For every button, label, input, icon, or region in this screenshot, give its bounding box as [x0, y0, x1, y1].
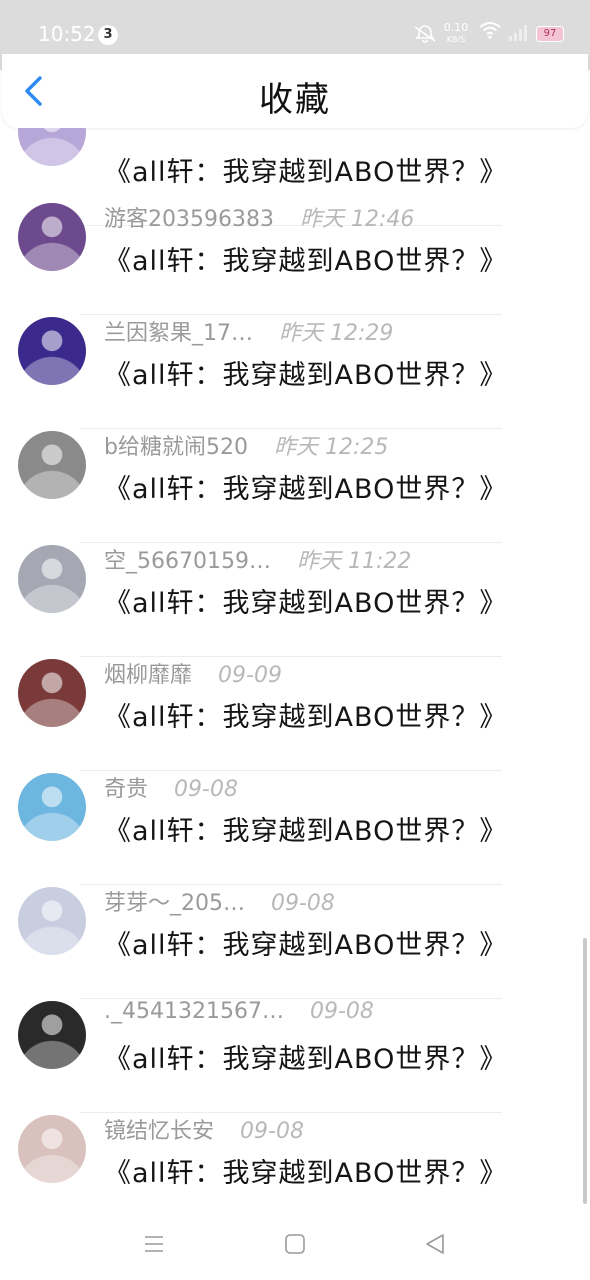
username[interactable]: 游客203596383 [104, 201, 274, 233]
book-title[interactable]: 《all轩：我穿越到ABO世界？》 [104, 467, 507, 506]
list-item[interactable]: 兰因絮果_17… 昨天 12:29 《all轩：我穿越到ABO世界？》 [0, 315, 590, 429]
page-title: 收藏 [259, 80, 331, 120]
favorite-time: 昨天 11:22 [296, 549, 412, 574]
book-title[interactable]: 《all轩：我穿越到ABO世界？》 [104, 353, 507, 392]
item-meta: 空_56670159… 昨天 11:22 [104, 543, 411, 577]
avatar[interactable] [18, 128, 86, 166]
avatar[interactable] [18, 773, 86, 841]
net-speed-value: 0.10 [443, 21, 469, 34]
item-meta: 芽芽～_205… 09-08 [104, 885, 335, 919]
nav-home-button[interactable] [283, 1232, 307, 1256]
list-item[interactable]: ._4541321567… 09-08 《all轩：我穿越到ABO世界？》 [0, 999, 590, 1113]
item-meta: ._4541321567… 09-08 [104, 999, 374, 1033]
favorite-time: 09-09 [218, 663, 282, 688]
system-navbar [0, 1208, 590, 1280]
item-meta: b给糖就闹520 昨天 12:25 [104, 429, 388, 463]
list-item[interactable]: 烟柳靡靡 09-09 《all轩：我穿越到ABO世界？》 [0, 657, 590, 771]
favorite-time: 昨天 12:25 [273, 435, 389, 460]
list-item[interactable]: b给糖就闹520 昨天 12:25 《all轩：我穿越到ABO世界？》 [0, 429, 590, 543]
scrollbar[interactable] [583, 938, 587, 1204]
list-item[interactable]: 芽芽～_205… 09-08 《all轩：我穿越到ABO世界？》 [0, 885, 590, 999]
book-title[interactable]: 《all轩：我穿越到ABO世界？》 [104, 695, 507, 734]
book-title[interactable]: 《all轩：我穿越到ABO世界？》 [104, 923, 507, 962]
favorite-time: 09-08 [240, 1119, 304, 1144]
book-title[interactable]: 《all轩：我穿越到ABO世界？》 [104, 1037, 507, 1076]
list-item[interactable]: 空_56670159… 昨天 11:22 《all轩：我穿越到ABO世界？》 [0, 543, 590, 657]
notification-badge: 3 [98, 25, 118, 45]
net-speed: 0.10 KB/S [440, 22, 472, 45]
avatar[interactable] [18, 887, 86, 955]
nav-back-button[interactable] [423, 1232, 447, 1256]
avatar[interactable] [18, 431, 86, 499]
book-title[interactable]: 《all轩：我穿越到ABO世界？》 [104, 809, 507, 848]
menu-icon [145, 1236, 163, 1252]
mute-icon [412, 24, 438, 49]
back-triangle-icon [426, 1234, 444, 1254]
signal-icon [508, 24, 528, 42]
battery-icon: 97 [536, 26, 564, 42]
username[interactable]: b给糖就闹520 [104, 429, 248, 461]
book-title[interactable]: 《all轩：我穿越到ABO世界？》 [104, 239, 507, 278]
avatar[interactable] [18, 545, 86, 613]
favorite-time: 09-08 [309, 999, 374, 1024]
net-speed-unit: KB/S [446, 35, 466, 44]
book-title[interactable]: 《all轩：我穿越到ABO世界？》 [104, 1151, 507, 1190]
username[interactable]: 镜结忆长安 [104, 1113, 214, 1145]
favorites-list: 《all轩：我穿越到ABO世界？》 游客203596383 昨天 12:46 《all… [0, 128, 590, 1208]
nav-menu-button[interactable] [142, 1232, 166, 1256]
home-icon [285, 1234, 305, 1254]
favorite-time: 09-08 [174, 777, 238, 802]
list-item[interactable]: 镜结忆长安 09-08 《all轩：我穿越到ABO世界？》 [0, 1113, 590, 1208]
list-item[interactable]: 奇贵 09-08 《all轩：我穿越到ABO世界？》 [0, 771, 590, 885]
avatar[interactable] [18, 659, 86, 727]
item-meta: 镜结忆长安 09-08 [104, 1113, 304, 1147]
item-meta: 奇贵 09-08 [104, 771, 238, 805]
username[interactable]: 兰因絮果_17… [104, 315, 253, 347]
avatar[interactable] [18, 317, 86, 385]
wifi-icon [478, 20, 502, 45]
item-meta: 烟柳靡靡 09-09 [104, 657, 282, 691]
username[interactable]: 空_56670159… [104, 543, 271, 575]
app-header: 收藏 [2, 54, 588, 128]
username[interactable]: 烟柳靡靡 [104, 657, 192, 689]
status-time: 10:52 [38, 22, 96, 46]
book-title[interactable]: 《all轩：我穿越到ABO世界？》 [104, 581, 507, 620]
favorite-time: 昨天 12:29 [279, 321, 394, 346]
username[interactable]: ._4541321567… [104, 999, 284, 1024]
item-meta: 游客203596383 昨天 12:46 [104, 201, 414, 235]
list-item[interactable]: 游客203596383 昨天 12:46 《all轩：我穿越到ABO世界？》 [0, 201, 590, 315]
favorite-time: 09-08 [271, 891, 335, 916]
username[interactable]: 奇贵 [104, 771, 148, 803]
favorite-time: 昨天 12:46 [299, 207, 415, 232]
avatar[interactable] [18, 1115, 86, 1183]
item-meta: 兰因絮果_17… 昨天 12:29 [104, 315, 393, 349]
username[interactable]: 芽芽～_205… [104, 885, 245, 917]
avatar[interactable] [18, 1001, 86, 1069]
avatar[interactable] [18, 203, 86, 271]
book-title[interactable]: 《all轩：我穿越到ABO世界？》 [104, 150, 507, 189]
